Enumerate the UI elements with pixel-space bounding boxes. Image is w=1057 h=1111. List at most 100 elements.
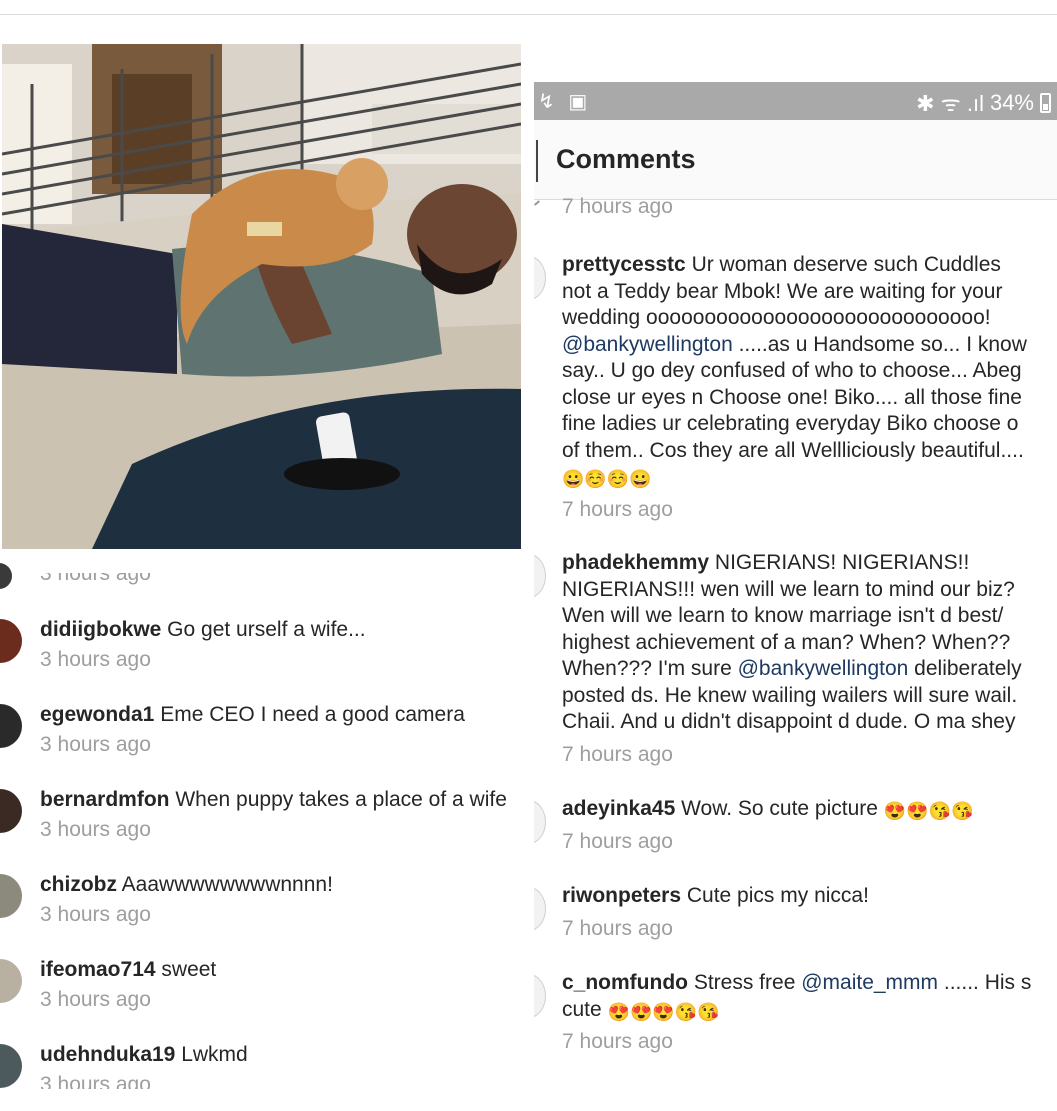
comment-text: c_nomfundo Stress free @maite_mmm ......… [562, 970, 1057, 1056]
comment-text: bernardmfon When puppy takes a place of … [40, 785, 507, 815]
page-title: Comments [556, 144, 696, 174]
post-photo[interactable] [2, 44, 521, 549]
comment-line: say.. U go dey confused of who to choose… [562, 359, 1022, 382]
comment-timestamp: 3 hours ago [40, 733, 151, 756]
comment-text: udehnduka19 Lwkmd [40, 1040, 248, 1070]
comment-line: NIGERIANS!!! wen will we learn to mind o… [562, 577, 1015, 601]
comment-timestamp: 3 hours ago [40, 1073, 151, 1089]
comment-item: chizobz Aaawwwwwwwwnnnn! 3 hours ago [0, 873, 530, 959]
comment-timestamp: 3 hours ago [40, 903, 151, 926]
comment-line: Wow. So cute picture [675, 797, 884, 820]
comment-line: When??? I'm sure [562, 657, 738, 680]
comment-line: Chaii. And u didn't disappoint d dude. O… [562, 710, 1016, 733]
comment-body: Go get urself a wife... [161, 618, 366, 641]
comment-body: sweet [155, 958, 217, 981]
post-photo-illustration [2, 44, 521, 549]
comment-username[interactable]: chizobz [40, 873, 117, 896]
comment-item: egewonda1 Eme CEO I need a good camera 3… [0, 703, 530, 789]
avatar[interactable] [0, 959, 22, 1003]
mention-link[interactable]: @maite_mmm [801, 971, 938, 994]
avatar[interactable] [0, 563, 12, 589]
comment-text: prettycesstc Ur woman deserve such Cuddl… [562, 252, 1057, 523]
status-icons: ✱ ᯤ .ıl 34% [916, 88, 1051, 118]
comment-body: Eme CEO I need a good camera [154, 703, 465, 726]
comment-item: didiigbokwe Go get urself a wife... 3 ho… [0, 618, 530, 704]
comment-timestamp: 7 hours ago [562, 829, 673, 853]
avatar[interactable] [0, 619, 22, 663]
comment-line: .....as u Handsome so... I know [732, 332, 1027, 356]
emoji-group: 😍😍😘😘 [883, 801, 974, 821]
avatar[interactable] [534, 554, 546, 598]
notification-icons: ↯ ▣ [538, 91, 592, 113]
comment-line: Ur woman deserve such Cuddles [685, 253, 1001, 276]
comment-timestamp: 7 hours ago [562, 195, 673, 218]
comment-username[interactable]: egewonda1 [40, 703, 154, 726]
comment-text: didiigbokwe Go get urself a wife... [40, 615, 366, 645]
left-comments-list[interactable]: 3 hours ago didiigbokwe Go get urself a … [0, 549, 530, 1089]
status-bar: ↯ ▣ ✱ ᯤ .ıl 34% [534, 82, 1057, 120]
avatar[interactable] [534, 800, 546, 844]
comment-username[interactable]: riwonpeters [562, 884, 681, 907]
comment-line: ...... His s [938, 971, 1032, 994]
comment-username[interactable]: ifeomao714 [40, 958, 156, 981]
comment-username[interactable]: phadekhemmy [562, 551, 709, 574]
comment-text: adeyinka45 Wow. So cute picture 😍😍😘😘 7 h… [562, 796, 1057, 855]
avatar[interactable] [0, 1044, 22, 1088]
comment-username[interactable]: bernardmfon [40, 788, 170, 811]
avatar[interactable] [0, 704, 22, 748]
comment-line: highest achievement of a man? When? When… [562, 630, 1011, 654]
comment-text: egewonda1 Eme CEO I need a good camera [40, 700, 465, 730]
comment-text: phadekhemmy NIGERIANS! NIGERIANS!! NIGER… [562, 550, 1057, 768]
comments-screen: ↯ ▣ ✱ ᯤ .ıl 34% Comments 7 hours ago pre… [534, 82, 1057, 1092]
comment-timestamp: 7 hours ago [562, 497, 673, 521]
comment-body: Aaawwwwwwwwnnnn! [117, 873, 333, 896]
comment-line: Wen will we learn to know marriage isn't… [562, 604, 1004, 627]
battery-icon [1040, 93, 1051, 113]
emoji-group: 😀☺️☺️😀 [562, 469, 652, 489]
comment-item: ifeomao714 sweet 3 hours ago [0, 958, 530, 1044]
comment-timestamp: 3 hours ago [40, 988, 151, 1011]
avatar[interactable] [534, 887, 546, 931]
avatar[interactable] [534, 256, 546, 300]
comment-timestamp: 3 hours ago [40, 562, 151, 585]
comment-body: Lwkmd [175, 1043, 248, 1066]
comment-text: riwonpeters Cute pics my nicca! 7 hours … [562, 883, 1057, 942]
comment-line: Cute pics my nicca! [681, 884, 869, 907]
comment-text: chizobz Aaawwwwwwwwnnnn! [40, 870, 333, 900]
comment-line: not a Teddy bear Mbok! We are waiting fo… [562, 279, 1003, 303]
comment-item: udehnduka19 Lwkmd 3 hours ago [0, 1043, 530, 1089]
comment-line: close ur eyes n Choose one! Biko.... all… [562, 385, 1022, 409]
comment-line: fine ladies ur celebrating everyday Biko… [562, 412, 1019, 435]
mention-link[interactable]: @bankywellington [738, 657, 909, 680]
battery-percent: 34% [989, 90, 1034, 115]
emoji-group: 😍😍😍😘😘 [607, 1001, 720, 1022]
comment-timestamp: 7 hours ago [562, 742, 673, 766]
comment-line: deliberately [908, 657, 1022, 680]
comment-username[interactable]: prettycesstc [562, 253, 686, 276]
comment-line: Stress free [688, 971, 802, 994]
comment-username[interactable]: udehnduka19 [40, 1043, 175, 1066]
comment-line: of them.. Cos they are all Wellliciously… [562, 438, 1024, 462]
comment-username[interactable]: c_nomfundo [562, 971, 688, 994]
back-icon[interactable] [536, 140, 538, 182]
comment-timestamp: 3 hours ago [40, 648, 151, 671]
comment-username[interactable]: adeyinka45 [562, 797, 675, 820]
top-divider [0, 14, 1057, 15]
comment-line: wedding ooooooooooooooooooooooooooooo! [562, 306, 991, 329]
comment-timestamp: 7 hours ago [562, 1030, 673, 1053]
comment-line: posted ds. He knew wailing wailers will … [562, 683, 1018, 707]
avatar[interactable] [0, 874, 22, 918]
comment-username[interactable]: didiigbokwe [40, 618, 161, 641]
avatar[interactable] [0, 789, 22, 833]
mention-link[interactable]: @bankywellington [562, 333, 733, 356]
comment-line: cute [562, 997, 608, 1021]
comment-line: NIGERIANS! NIGERIANS!! [709, 551, 970, 574]
comment-timestamp: 7 hours ago [562, 916, 673, 940]
comment-text: ifeomao714 sweet [40, 955, 216, 985]
comment-timestamp: 3 hours ago [40, 818, 151, 841]
comment-item: bernardmfon When puppy takes a place of … [0, 788, 530, 874]
divider [534, 200, 540, 206]
comments-header: Comments [534, 120, 1057, 200]
comment-body: When puppy takes a place of a wife [169, 788, 507, 811]
avatar[interactable] [534, 974, 546, 1018]
